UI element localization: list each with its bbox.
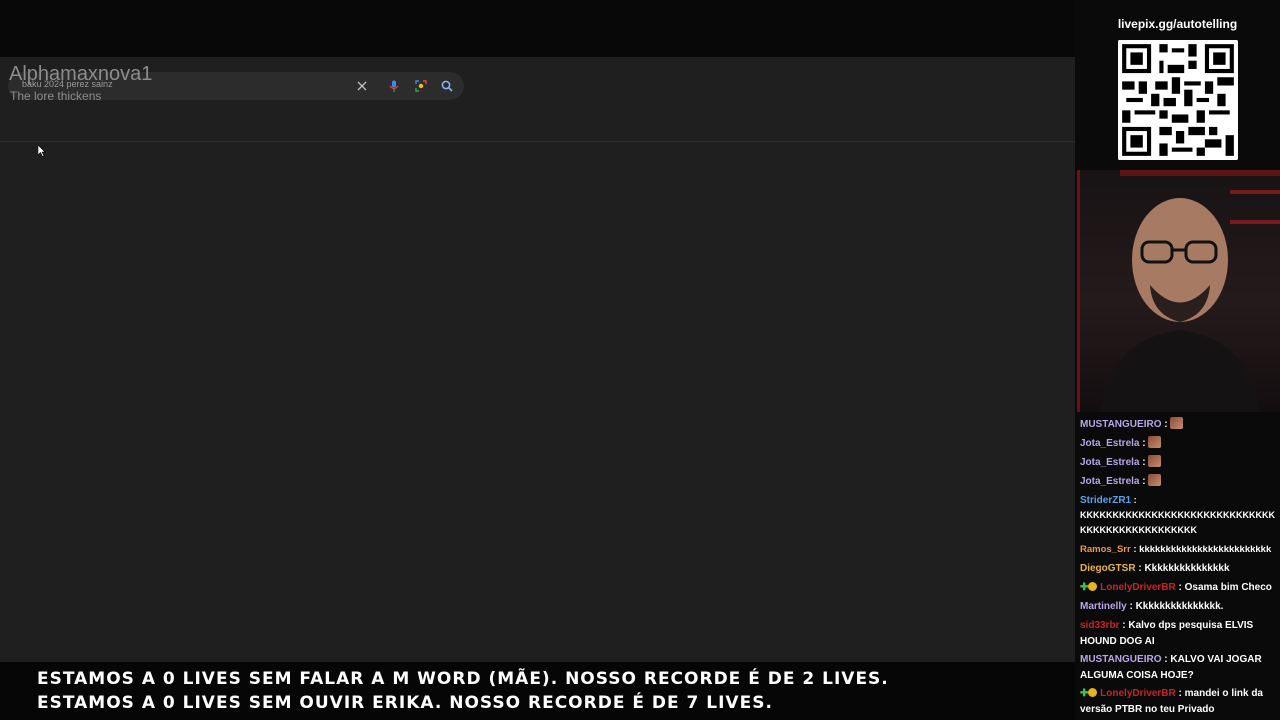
webcam-feed [1077,170,1280,412]
sub-badge-icon: ✚ [1080,688,1089,699]
chat-username[interactable]: Jota_Estrela [1080,476,1139,487]
clear-icon[interactable] [355,79,369,93]
chat-text: KKKKKKKKKKKKKKKKKKKKKKKKKKKKKKKKKKKKKKKK… [1080,510,1275,535]
streamer-photo [1100,170,1280,412]
chat-message: MUSTANGUEIRO : KALVO VAI JOGAR ALGUMA CO… [1080,654,1262,681]
chat-text: kkkkkkkkkkkkkkkkkkkkkkkkk [1139,544,1272,555]
emote-icon [1148,436,1162,448]
chat-username[interactable]: MUSTANGUEIRO [1080,654,1161,665]
chat-username[interactable]: LonelyDriverBR [1100,688,1176,699]
chat-message: Ramos_Srr : kkkkkkkkkkkkkkkkkkkkkkkkk [1080,544,1272,555]
chat-username[interactable]: Jota_Estrela [1080,438,1139,449]
emote-icon [1148,474,1162,486]
browser-top-area [0,0,1075,57]
search-icon[interactable] [440,79,454,93]
chat-message: Martinelly : Kkkkkkkkkkkkkkk. [1080,601,1224,612]
chat-username[interactable]: StriderZR1 [1080,495,1131,506]
chat-message: Jota_Estrela : [1080,455,1278,471]
chat-username[interactable]: LonelyDriverBR [1100,582,1176,593]
ticker-line-1: ESTAMOS A 0 LIVES SEM FALAR A M WORD (MÃ… [37,669,889,689]
chat-message: MUSTANGUEIRO : [1080,417,1278,433]
mouse-cursor-icon [38,145,46,157]
chat-text: Kkkkkkkkkkkkkkk [1144,563,1230,574]
chat-message: StriderZR1 : KKKKKKKKKKKKKKKKKKKKKKKKKKK… [1080,495,1275,535]
chat-message: sid33rbr : Kalvo dps pesquisa ELVIS HOUN… [1080,620,1254,647]
bits-badge-icon [1088,688,1098,697]
emote-icon [1170,417,1184,429]
livepix-url: livepix.gg/autotelling [1117,17,1238,31]
chat-username[interactable]: Ramos_Srr [1080,544,1131,555]
sub-badge-icon: ✚ [1080,582,1089,593]
chat-username[interactable]: Jota_Estrela [1080,457,1139,468]
results-divider [0,141,1075,142]
chat-message: DiegoGTSR : Kkkkkkkkkkkkkkk [1080,563,1230,574]
browser-window: baku 2024 perez sainz Alphamaxnova1 The … [0,57,1075,662]
bits-badge-icon [1088,582,1098,591]
chat-message: Jota_Estrela : [1080,436,1278,452]
alert-username: Alphamaxnova1 [9,63,153,85]
chat-username[interactable]: Martinelly [1080,601,1127,612]
chat-message: ✚ LonelyDriverBR : Osama bim Checo [1080,582,1272,593]
lens-icon[interactable] [414,79,428,93]
chat-message: Jota_Estrela : [1080,474,1278,490]
microphone-icon[interactable] [387,79,401,93]
chat-text: Osama bim Checo [1184,582,1272,593]
chat-username[interactable]: sid33rbr [1080,620,1119,631]
qr-code [1118,40,1238,160]
chat-username[interactable]: MUSTANGUEIRO [1080,419,1161,430]
chat-text: Kkkkkkkkkkkkkkk. [1135,601,1224,612]
chat-panel: MUSTANGUEIRO : Jota_Estrela : Jota_Estre… [1075,417,1280,720]
alert-message: The lore thickens [10,89,102,103]
stream-sidebar: livepix.gg/autotelling MUSTANGUEIRO: Jo… [1075,0,1280,720]
emote-icon [1148,455,1162,467]
ticker-line-2: ESTAMOS A 0 LIVES SEM OUVIR ERIKA. NOSSO… [37,693,773,713]
chat-message: ✚ LonelyDriverBR : mandei o link da vers… [1080,688,1263,715]
chat-username[interactable]: DiegoGTSR [1080,563,1136,574]
stream-ticker: ESTAMOS A 0 LIVES SEM FALAR A M WORD (MÃ… [0,662,1075,720]
